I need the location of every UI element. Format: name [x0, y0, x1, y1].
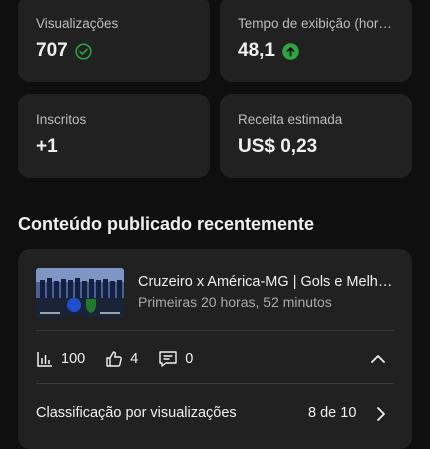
- divider: [36, 330, 394, 331]
- views-value: 707: [36, 40, 68, 61]
- comments-metric: 0: [158, 350, 193, 368]
- video-timeframe: Primeiras 20 horas, 52 minutos: [138, 294, 332, 310]
- divider: [36, 383, 394, 384]
- recent-video-card[interactable]: Cruzeiro x América-MG | Gols e Melhores …: [18, 249, 412, 449]
- comment-icon: [158, 350, 178, 368]
- check-circle-icon: [75, 42, 92, 60]
- watch-time-label: Tempo de exibição (horas): [238, 16, 394, 31]
- likes-metric: 4: [105, 350, 138, 368]
- arrow-up-circle-icon: [282, 42, 299, 60]
- collapse-button[interactable]: [368, 350, 388, 373]
- video-thumbnail[interactable]: [36, 268, 124, 317]
- revenue-card[interactable]: Receita estimada US$ 0,23: [220, 94, 412, 178]
- views-count: 100: [61, 351, 86, 367]
- subscribers-label: Inscritos: [36, 112, 87, 127]
- revenue-label: Receita estimada: [238, 112, 343, 127]
- stats-grid: Visualizações 707 Tempo de exibição (hor…: [18, 0, 412, 178]
- thumbs-up-icon: [105, 350, 123, 368]
- views-metric: 100: [36, 350, 85, 368]
- watch-time-value: 48,1: [238, 40, 275, 61]
- ranking-button[interactable]: [374, 405, 388, 428]
- views-card[interactable]: Visualizações 707: [18, 0, 210, 82]
- video-metrics: 100 4 0: [36, 349, 213, 369]
- video-title[interactable]: Cruzeiro x América-MG | Gols e Melhores …: [138, 274, 396, 290]
- chevron-up-icon: [368, 355, 388, 372]
- bar-chart-icon: [36, 350, 54, 368]
- revenue-value: US$ 0,23: [238, 136, 318, 157]
- comments-count: 0: [185, 351, 194, 367]
- section-title: Conteúdo publicado recentemente: [18, 214, 315, 234]
- views-label: Visualizações: [36, 16, 119, 31]
- ranking-value: 8 de 10: [308, 405, 357, 421]
- subscribers-value: +1: [36, 136, 58, 157]
- chevron-right-icon: [374, 407, 388, 427]
- ranking-label: Classificação por visualizações: [36, 405, 237, 421]
- subscribers-card[interactable]: Inscritos +1: [18, 94, 210, 178]
- watch-time-card[interactable]: Tempo de exibição (horas) 48,1: [220, 0, 412, 82]
- likes-count: 4: [130, 351, 139, 367]
